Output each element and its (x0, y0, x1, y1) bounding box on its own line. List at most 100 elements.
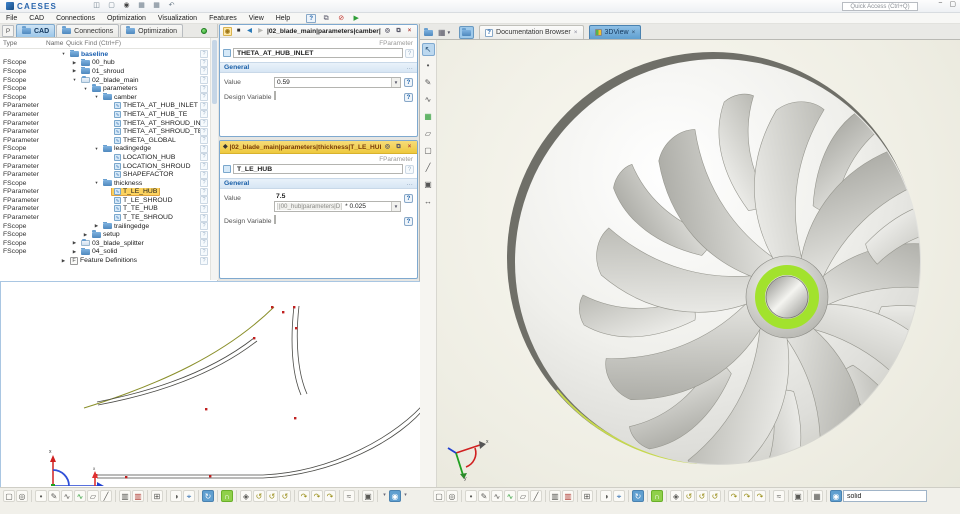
tree-row[interactable]: FScope▾thickness? (0, 179, 210, 188)
row-help-button[interactable]: ? (200, 205, 208, 213)
snapshot-icon[interactable]: ▣ (362, 490, 374, 502)
search-icon[interactable]: ◉ (830, 490, 842, 502)
surface-icon[interactable]: ▱ (422, 128, 435, 141)
more-dropdown-icon[interactable]: ▾ (381, 490, 388, 502)
tree-row[interactable]: FParameter∿THETA_AT_SHROUD_TE? (0, 127, 210, 136)
design-help-button[interactable]: ? (404, 217, 413, 226)
curve-icon[interactable]: ∿ (491, 490, 503, 502)
rotate-cw-y-icon[interactable]: ↷ (741, 490, 753, 502)
run-icon[interactable]: ▶ (351, 14, 361, 23)
rotate-ccw-x-icon[interactable]: ↺ (253, 490, 265, 502)
tree-row[interactable]: FParameter∿THETA_AT_SHROUD_INLET? (0, 119, 210, 128)
orbit-icon[interactable]: ↻ (202, 490, 214, 502)
name-input[interactable]: T_LE_HUB (233, 164, 403, 174)
close-icon[interactable]: × (405, 27, 414, 36)
tree-item[interactable]: camber (100, 93, 140, 102)
shaded-view-icon[interactable]: ◑ (170, 490, 182, 502)
row-help-button[interactable]: ? (200, 239, 208, 247)
imageview-icon[interactable]: ▣ (422, 179, 435, 192)
row-help-button[interactable]: ? (200, 110, 208, 118)
image-plane-icon[interactable]: ▥ (132, 490, 144, 502)
point-icon[interactable]: • (422, 60, 435, 73)
menu-features[interactable]: Features (203, 15, 243, 22)
close-tab-icon[interactable]: × (574, 29, 578, 36)
tree-item[interactable]: trailingedge (100, 222, 152, 231)
abort-icon[interactable]: ⊘ (336, 14, 346, 23)
row-help-button[interactable]: ? (200, 85, 208, 93)
plane-icon[interactable]: ▥ (549, 490, 561, 502)
layout-icon[interactable]: ◫ (91, 1, 102, 11)
expander-icon[interactable]: ▶ (71, 249, 78, 255)
tree-row[interactable]: FScope▶03_blade_splitter? (0, 239, 210, 248)
copy-icon[interactable]: ⧉ (394, 143, 403, 152)
curve-icon[interactable]: ∿ (422, 94, 435, 107)
tree-item[interactable]: ∿THETA_GLOBAL (111, 136, 179, 145)
row-help-button[interactable]: ? (200, 119, 208, 127)
polyline-icon[interactable]: ╱ (422, 162, 435, 175)
menu-visualization[interactable]: Visualization (152, 15, 203, 22)
row-help-button[interactable]: ? (200, 214, 208, 222)
grid-icon[interactable]: ⊞ (151, 490, 163, 502)
name-help-button[interactable]: ? (405, 165, 414, 174)
quick-access-box[interactable]: Quick Access (Ctrl+Q) (842, 2, 918, 11)
design-variable-checkbox[interactable] (274, 91, 276, 100)
expander-icon[interactable]: ▶ (71, 60, 78, 66)
tab-optimization[interactable]: Optimization (120, 24, 183, 37)
row-help-button[interactable]: ? (200, 128, 208, 136)
new-view-folder-icon[interactable] (423, 26, 434, 39)
row-help-button[interactable]: ? (200, 248, 208, 256)
row-help-button[interactable]: ? (200, 67, 208, 75)
row-help-button[interactable]: ? (200, 179, 208, 187)
pen-icon[interactable]: ✎ (478, 490, 490, 502)
tree-item[interactable]: baseline (67, 50, 111, 59)
tree-row[interactable]: FParameter∿LOCATION_SHROUD? (0, 162, 210, 171)
tree-item[interactable]: ∿LOCATION_SHROUD (111, 162, 193, 171)
tree-row[interactable]: FParameter∿T_TE_HUB? (0, 205, 210, 214)
fcurve-icon[interactable]: ∿ (504, 490, 516, 502)
tree-item[interactable]: 01_shroud (78, 67, 127, 76)
section-icon[interactable]: ≈ (773, 490, 785, 502)
tree-row[interactable]: FScope▾02_blade_main? (0, 76, 210, 85)
row-help-button[interactable]: ? (200, 153, 208, 161)
tree-row[interactable]: FScope▾leadingedge? (0, 145, 210, 154)
rotate-cw-y-icon[interactable]: ↷ (311, 490, 323, 502)
menu-optimization[interactable]: Optimization (101, 15, 152, 22)
expander-icon[interactable]: ▾ (82, 86, 89, 92)
close-tab-icon[interactable]: × (632, 29, 636, 36)
triad-icon[interactable]: ⌖ (183, 490, 195, 502)
transform-icon[interactable]: ↔ (422, 196, 435, 209)
section-more-icon[interactable]: … (406, 64, 413, 71)
menu-view[interactable]: View (243, 15, 270, 22)
pin-object-icon[interactable]: ◉ (223, 27, 232, 36)
zoom-previous-icon[interactable]: ◎ (446, 490, 458, 502)
name-help-button[interactable]: ? (405, 49, 414, 58)
section-icon[interactable]: ≈ (343, 490, 355, 502)
tree-item[interactable]: ∿T_TE_HUB (111, 205, 161, 214)
expander-icon[interactable]: ▶ (82, 232, 89, 238)
tree-item[interactable]: ∿THETA_AT_HUB_TE (111, 110, 190, 119)
expander-icon[interactable]: ▾ (71, 77, 78, 83)
line-icon[interactable]: ╱ (530, 490, 542, 502)
value-dropdown-icon[interactable]: ▼ (391, 202, 400, 211)
control-points[interactable] (95, 306, 297, 478)
help-icon[interactable]: ? (306, 14, 316, 23)
minimize-button[interactable]: − (938, 0, 942, 8)
rotate-cw-x-icon[interactable]: ↷ (728, 490, 740, 502)
tree-row[interactable]: FScope▶01_shroud? (0, 67, 210, 76)
tab-3dview[interactable]: 3DView × (589, 25, 642, 39)
new-project-icon[interactable]: ▢ (106, 1, 117, 11)
section-more-icon[interactable]: … (406, 180, 413, 187)
save-icon[interactable]: ▦ (136, 1, 147, 11)
tab-cad[interactable]: CAD (16, 24, 55, 37)
tree-row[interactable]: FParameter∿T_TE_SHROUD? (0, 213, 210, 222)
tree-item[interactable]: 02_blade_main (78, 76, 141, 85)
expander-icon[interactable]: ▶ (71, 68, 78, 74)
row-help-button[interactable]: ? (200, 93, 208, 101)
pen-icon[interactable]: ✎ (422, 77, 435, 90)
value-input[interactable]: 0.59 ▼ (274, 77, 401, 88)
image-plane-icon[interactable]: ▥ (562, 490, 574, 502)
tree-row[interactable]: FScope▾camber? (0, 93, 210, 102)
close-icon[interactable]: × (405, 143, 414, 152)
expander-icon[interactable]: ▾ (60, 51, 67, 57)
maximize-button[interactable]: ▢ (949, 0, 956, 8)
